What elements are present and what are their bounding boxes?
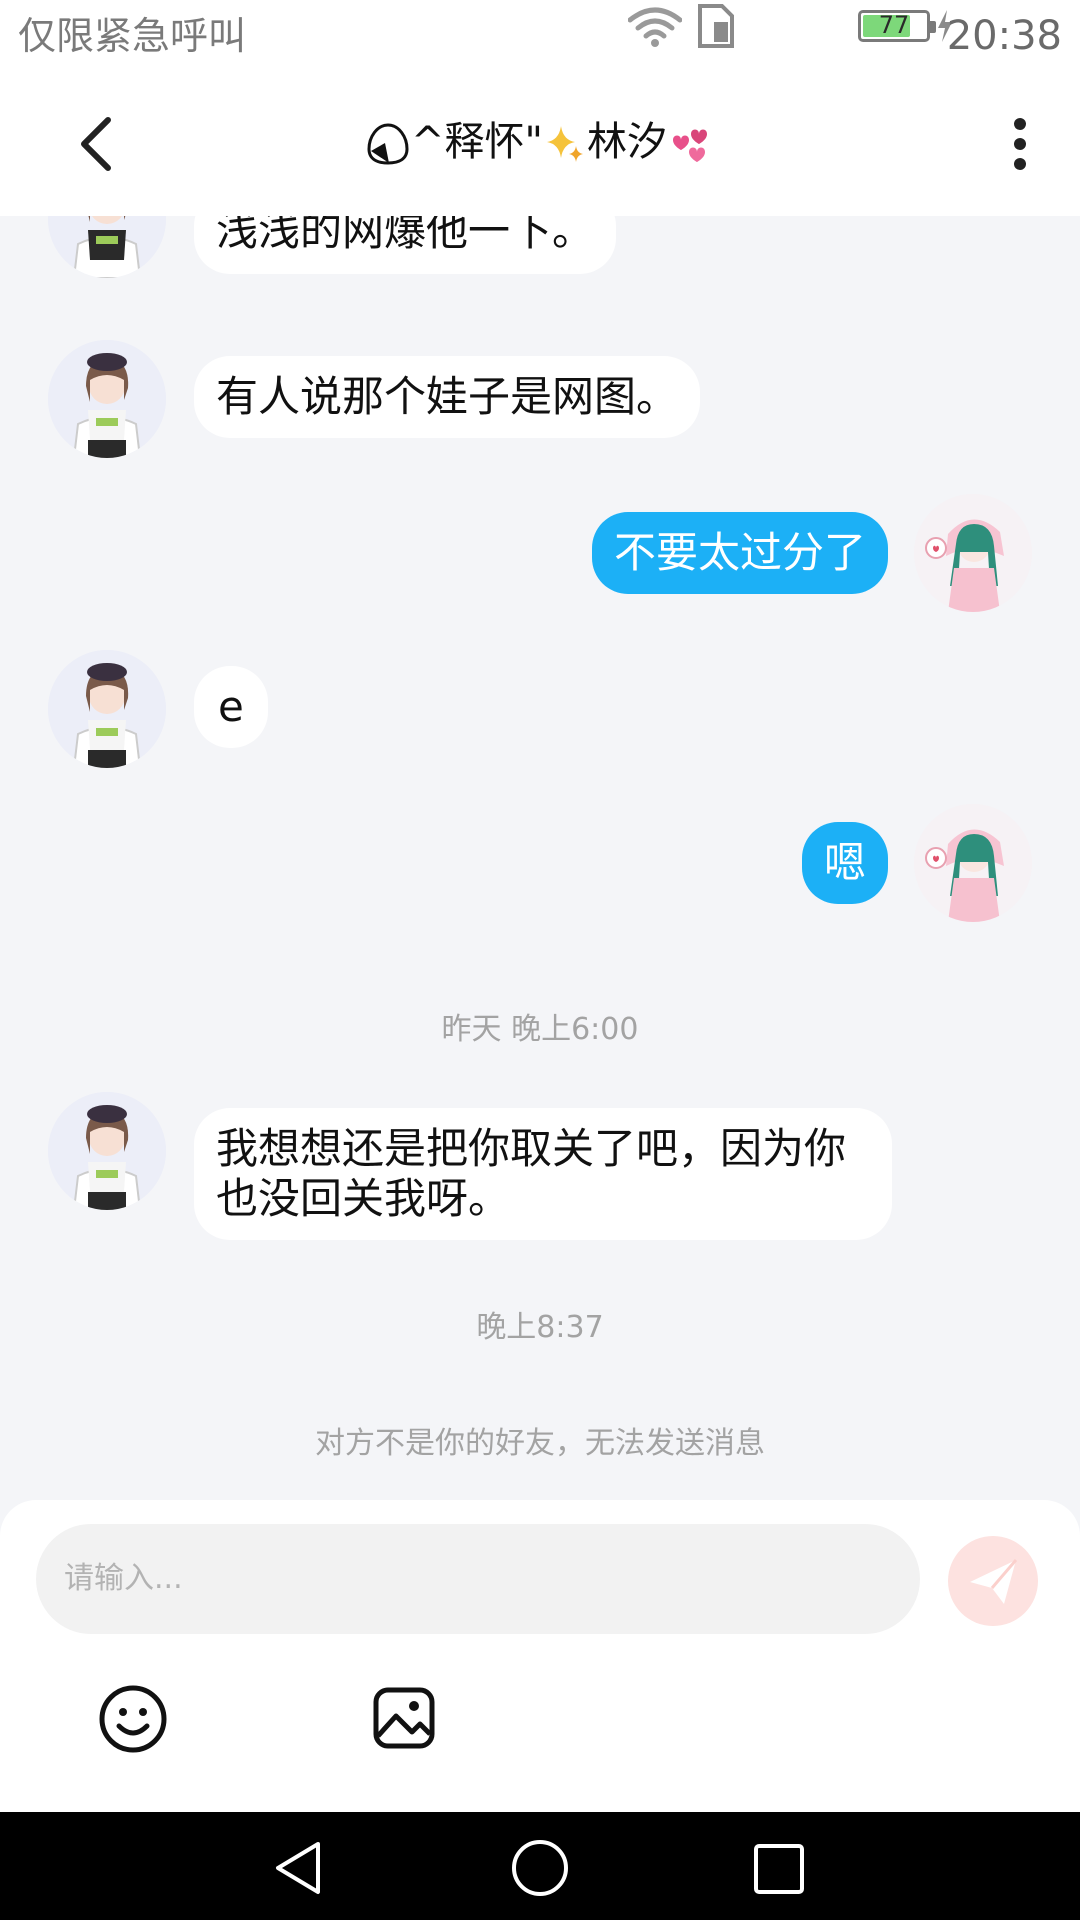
sim-card-icon: [698, 4, 734, 48]
wifi-icon: [628, 7, 682, 47]
avatar-illustration: [914, 804, 1032, 922]
contact-avatar[interactable]: [48, 216, 166, 278]
contact-avatar[interactable]: [48, 340, 166, 458]
message-incoming: 我想想还是把你取关了吧，因为你也没回关我呀。: [0, 1092, 1080, 1240]
message-input-placeholder: 请输入...: [64, 1561, 183, 1596]
contact-avatar[interactable]: [48, 650, 166, 768]
avatar-illustration: [48, 216, 166, 278]
timestamp-divider: 晚上8:37: [476, 1310, 604, 1345]
emoji-button[interactable]: [98, 1684, 168, 1754]
my-avatar[interactable]: [914, 804, 1032, 922]
nav-back-button[interactable]: [270, 1838, 330, 1898]
battery-icon: 77: [858, 10, 936, 42]
my-avatar[interactable]: [914, 494, 1032, 612]
message-bubble[interactable]: 不要太过分了: [591, 512, 888, 594]
message-incoming: 有人说那个娃子是网图。: [0, 340, 1080, 470]
status-bar: 仅限紧急呼叫 77 20:38: [0, 0, 1080, 72]
avatar-illustration: [48, 340, 166, 458]
avatar-illustration: [914, 494, 1032, 612]
rice-ball-icon: [367, 123, 409, 165]
message-input[interactable]: 请输入...: [36, 1524, 920, 1634]
message-outgoing: 不要太过分了: [0, 494, 1080, 624]
message-list[interactable]: 浅浅的网爆他一下。 有人说那个娃子是网图。 不要太过分了 e 嗯 昨天 晚上6:…: [0, 216, 1080, 1500]
status-time: 20:38: [946, 13, 1062, 59]
chat-header: ^释怀" 林汐: [0, 72, 1080, 216]
chat-title-suffix: 林汐: [586, 119, 667, 165]
input-panel: 请输入...: [0, 1500, 1080, 1812]
chat-title: ^释怀" 林汐: [0, 110, 1080, 174]
sparkle-icon: [546, 126, 583, 162]
chat-title-prefix: ^释怀": [411, 119, 543, 165]
image-picker-button[interactable]: [372, 1686, 436, 1750]
paper-plane-icon: [970, 1559, 1018, 1604]
message-incoming: e: [0, 650, 1080, 780]
message-bubble[interactable]: e: [194, 666, 268, 748]
nav-home-button[interactable]: [510, 1838, 570, 1898]
system-nav-bar: [0, 1812, 1080, 1920]
message-bubble[interactable]: 浅浅的网爆他一下。: [194, 216, 617, 274]
battery-level: 77: [878, 11, 910, 39]
nav-recent-apps-button[interactable]: [752, 1842, 806, 1896]
avatar-illustration: [48, 1092, 166, 1210]
message-bubble[interactable]: 嗯: [801, 822, 888, 904]
message-bubble[interactable]: 有人说那个娃子是网图。: [194, 356, 701, 438]
send-button[interactable]: [948, 1536, 1038, 1626]
carrier-text: 仅限紧急呼叫: [18, 14, 247, 58]
message-bubble[interactable]: 我想想还是把你取关了吧，因为你也没回关我呀。: [194, 1108, 892, 1240]
more-options-button[interactable]: [990, 114, 1050, 174]
not-friend-notice: 对方不是你的好友，无法发送消息: [315, 1426, 765, 1461]
timestamp-divider: 昨天 晚上6:00: [441, 1012, 639, 1047]
message-incoming: 浅浅的网爆他一下。: [0, 216, 1080, 306]
contact-avatar[interactable]: [48, 1092, 166, 1210]
avatar-illustration: [48, 650, 166, 768]
message-outgoing: 嗯: [0, 804, 1080, 934]
hearts-icon: [672, 129, 707, 162]
